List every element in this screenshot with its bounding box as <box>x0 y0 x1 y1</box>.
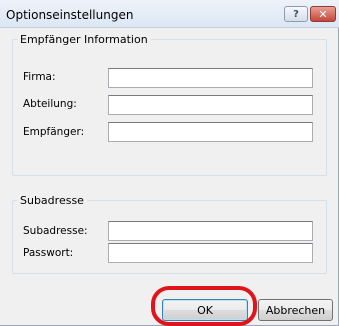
cancel-button-label: Abbrechen <box>265 303 326 317</box>
ok-button[interactable]: OK <box>162 299 248 321</box>
company-field[interactable] <box>108 68 313 88</box>
cancel-button[interactable]: Abbrechen <box>258 299 333 321</box>
password-label: Passwort: <box>23 247 74 259</box>
recipient-field[interactable] <box>108 122 313 142</box>
subaddress-label: Subadresse: <box>23 225 88 237</box>
subaddress-field[interactable] <box>108 221 313 241</box>
options-dialog: Optionseinstellungen ? ✕ Empfänger Infor… <box>0 0 339 326</box>
title-bar[interactable]: Optionseinstellungen ? ✕ <box>0 0 339 28</box>
close-button[interactable]: ✕ <box>310 6 336 22</box>
department-label: Abteilung: <box>23 98 77 110</box>
department-field[interactable] <box>108 95 313 115</box>
recipient-information-legend: Empfänger Information <box>20 33 148 46</box>
password-field[interactable] <box>108 243 313 263</box>
company-label: Firma: <box>23 71 56 83</box>
recipient-label: Empfänger: <box>23 126 85 138</box>
ok-button-label: OK <box>197 303 213 317</box>
close-icon: ✕ <box>318 7 328 21</box>
subaddress-legend: Subadresse <box>20 194 84 207</box>
help-button[interactable]: ? <box>284 6 308 22</box>
help-icon: ? <box>293 8 299 20</box>
window-title: Optionseinstellungen <box>6 8 134 22</box>
